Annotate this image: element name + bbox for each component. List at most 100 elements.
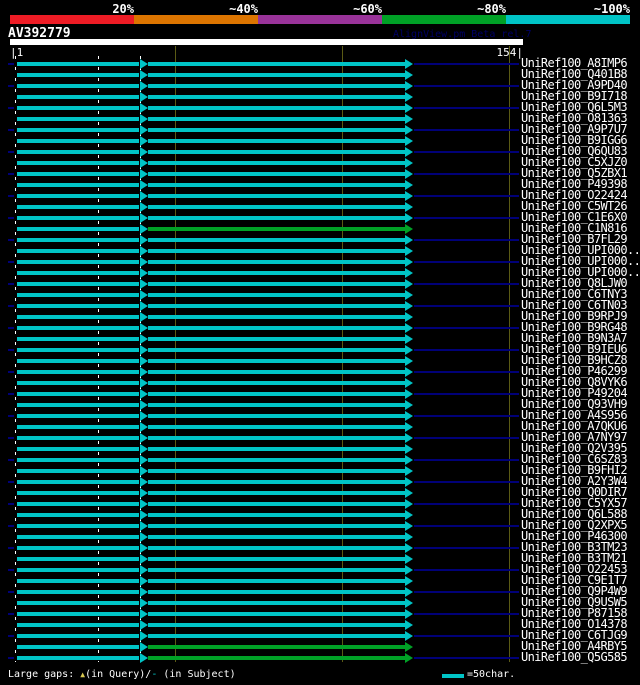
alignment-segment-1 — [17, 611, 139, 616]
subject-overhang-right — [414, 502, 519, 505]
subject-overhang-right — [414, 436, 519, 439]
query-gap-marker — [140, 498, 148, 509]
alignment-segment-2 — [148, 83, 405, 88]
scale-segment-60 — [258, 15, 382, 24]
query-gap-marker — [140, 322, 148, 333]
scale-label-80: ~80% — [477, 2, 506, 16]
alignment-segment-1 — [17, 424, 139, 429]
query-gap-marker — [140, 190, 148, 201]
alignment-segment-2 — [148, 215, 405, 220]
alignment-segment-1 — [17, 655, 139, 660]
alignment-segment-2 — [148, 391, 405, 396]
scale-segment-40 — [134, 15, 258, 24]
query-gap-marker — [140, 443, 148, 454]
alignment-segment-1 — [17, 127, 139, 132]
alignment-segment-2 — [148, 149, 405, 154]
subject-overhang-left — [8, 458, 14, 461]
alignment-segment-2 — [148, 61, 405, 66]
alignment-segment-1 — [17, 325, 139, 330]
alignment-segment-1 — [17, 479, 139, 484]
alignment-segment-2 — [148, 259, 405, 264]
query-gap-marker — [140, 619, 148, 630]
alignment-segment-1 — [17, 61, 139, 66]
subject-overhang-right — [414, 238, 519, 241]
subject-overhang-right — [414, 458, 519, 461]
alignment-segment-2 — [148, 94, 405, 99]
alignment-end-arrow-icon — [405, 102, 413, 113]
alignment-segment-2 — [148, 402, 405, 407]
alignment-segment-2 — [148, 171, 405, 176]
query-gap-marker — [140, 542, 148, 553]
alignment-end-arrow-icon — [405, 619, 413, 630]
alignment-segment-1 — [17, 292, 139, 297]
alignment-end-arrow-icon — [405, 124, 413, 135]
query-gap-marker — [140, 509, 148, 520]
alignment-segment-2 — [148, 545, 405, 550]
query-gap-marker — [140, 597, 148, 608]
scale-length-label: =50char. — [467, 669, 516, 680]
alignment-segment-2 — [148, 336, 405, 341]
alignment-end-arrow-icon — [405, 355, 413, 366]
alignment-segment-1 — [17, 94, 139, 99]
query-gap-marker — [140, 223, 148, 234]
subject-overhang-left — [8, 568, 14, 571]
query-gap-marker — [140, 333, 148, 344]
alignment-end-arrow-icon — [405, 520, 413, 531]
subject-overhang-left — [8, 282, 14, 285]
alignment-segment-2 — [148, 435, 405, 440]
alignment-segment-1 — [17, 435, 139, 440]
alignment-segment-2 — [148, 446, 405, 451]
gap-legend-subject-text: (in Subject) — [157, 669, 236, 680]
subject-overhang-right — [414, 348, 519, 351]
query-gap-marker — [140, 531, 148, 542]
subject-overhang-left — [8, 348, 14, 351]
alignment-segment-1 — [17, 468, 139, 473]
alignment-end-arrow-icon — [405, 157, 413, 168]
subject-overhang-left — [8, 62, 14, 65]
alignment-segment-2 — [148, 248, 405, 253]
alignment-end-arrow-icon — [405, 542, 413, 553]
query-gap-marker — [140, 432, 148, 443]
subject-overhang-right — [414, 304, 519, 307]
subject-overhang-right — [414, 612, 519, 615]
alignment-segment-1 — [17, 490, 139, 495]
alignment-segment-2 — [148, 303, 405, 308]
alignment-end-arrow-icon — [405, 531, 413, 542]
alignment-end-arrow-icon — [405, 410, 413, 421]
alignment-segment-2 — [148, 512, 405, 517]
alignment-end-arrow-icon — [405, 146, 413, 157]
alignment-end-arrow-icon — [405, 322, 413, 333]
query-gap-marker — [140, 520, 148, 531]
alignment-segment-1 — [17, 600, 139, 605]
query-gap-marker — [140, 157, 148, 168]
alignment-segment-1 — [17, 237, 139, 242]
query-gap-marker — [140, 410, 148, 421]
scale-segment-80 — [382, 15, 506, 24]
alignment-segment-2 — [148, 501, 405, 506]
alignment-segment-1 — [17, 567, 139, 572]
hit-row[interactable]: UniRef100_Q5G585 — [0, 651, 640, 663]
alignment-end-arrow-icon — [405, 69, 413, 80]
alignment-end-arrow-icon — [405, 190, 413, 201]
query-gap-marker — [140, 256, 148, 267]
alignment-segment-2 — [148, 578, 405, 583]
alignment-segment-1 — [17, 314, 139, 319]
gap-legend-query-text: (in Query)/ — [85, 669, 152, 680]
alignment-segment-2 — [148, 457, 405, 462]
alignment-segment-2 — [148, 523, 405, 528]
query-gap-marker — [140, 135, 148, 146]
query-gap-marker — [140, 201, 148, 212]
query-gap-marker — [140, 124, 148, 135]
subject-overhang-left — [8, 590, 14, 593]
alignment-end-arrow-icon — [405, 234, 413, 245]
alignment-end-arrow-icon — [405, 289, 413, 300]
alignment-end-arrow-icon — [405, 113, 413, 124]
alignment-end-arrow-icon — [405, 498, 413, 509]
alignment-segment-1 — [17, 556, 139, 561]
alignment-segment-1 — [17, 622, 139, 627]
alignment-segment-1 — [17, 105, 139, 110]
scale-label-20: 20% — [112, 2, 134, 16]
alignment-segment-2 — [148, 358, 405, 363]
hit-label[interactable]: UniRef100_Q5G585 — [521, 651, 628, 663]
subject-overhang-left — [8, 656, 14, 659]
